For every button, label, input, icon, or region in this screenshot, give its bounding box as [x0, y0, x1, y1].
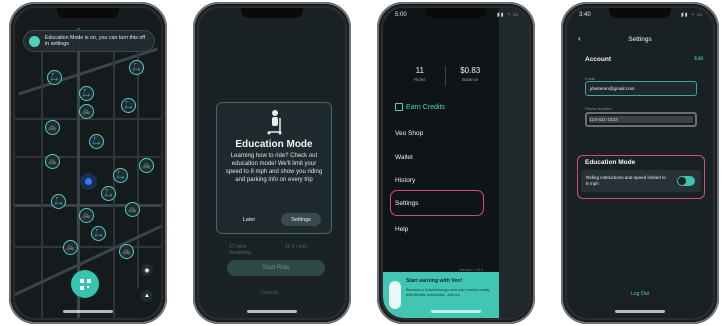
signal-battery-icon: ▮▮ ◔ ▭	[680, 12, 703, 18]
recenter-icon[interactable]: ◉	[141, 264, 153, 276]
phone-map: Education Mode is on, you can turn this …	[9, 2, 167, 324]
education-mode-description: Riding instructions and speed limited to…	[586, 175, 666, 186]
edit-button[interactable]: Edit	[694, 56, 703, 62]
modal-title: Education Mode	[235, 139, 313, 150]
notch	[241, 8, 303, 18]
vehicle-pin[interactable]: 🛴	[91, 226, 106, 241]
map-peek[interactable]	[499, 8, 529, 318]
vehicle-pin[interactable]: 🛴	[121, 98, 136, 113]
phone-menu: 5:00 ▮▮ ◔ ▭ 11 Rides $0.83 Balance Earn …	[377, 2, 535, 324]
status-time: 5:00	[395, 12, 407, 18]
education-mode-heading: Education Mode	[585, 159, 636, 166]
settings-screen: 3:40 ▮▮ ◔ ▭ ‹ Settings Account Edit Emai…	[567, 8, 713, 318]
menu-item-settings[interactable]: Settings	[395, 200, 419, 207]
vehicle-pin[interactable]: 🚲	[79, 104, 94, 119]
map-screen: Education Mode is on, you can turn this …	[15, 8, 161, 318]
map-road	[41, 48, 43, 318]
status-bar: 5:00 ▮▮ ◔ ▭	[395, 12, 519, 22]
notch	[57, 8, 119, 18]
home-indicator	[63, 310, 113, 313]
vehicle-pin[interactable]: 🚲	[119, 244, 134, 259]
bg-minutes-label: 17 mins remaining	[229, 244, 251, 256]
education-banner[interactable]: Education Mode is on, you can turn this …	[23, 30, 155, 52]
cancel-link[interactable]: Cancel	[261, 290, 278, 296]
phone-modal: 17 mins remaining 15 ¢ / min Start Ride …	[193, 2, 351, 324]
later-button[interactable]: Later	[229, 213, 269, 226]
scan-qr-button[interactable]	[71, 270, 99, 298]
menu-screen: 5:00 ▮▮ ◔ ▭ 11 Rides $0.83 Balance Earn …	[383, 8, 529, 318]
home-indicator	[615, 310, 665, 313]
vehicle-pin[interactable]: 🚲	[45, 154, 60, 169]
vehicle-pin[interactable]: 🚲	[139, 158, 154, 173]
signal-battery-icon: ▮▮ ◔ ▭	[496, 12, 519, 18]
banner-text: Education Mode is on, you can turn this …	[45, 34, 146, 48]
menu-item-wallet[interactable]: Wallet	[395, 154, 413, 161]
map-road	[15, 246, 161, 248]
balance-value: $0.83	[460, 66, 481, 75]
vehicle-pin[interactable]: 🛴	[47, 70, 62, 85]
education-mode-row: Riding instructions and speed limited to…	[581, 170, 701, 192]
vehicle-pin[interactable]: 🛴	[89, 134, 104, 149]
earn-credits-link[interactable]: Earn Credits	[395, 103, 445, 111]
home-indicator	[431, 310, 481, 313]
start-ride-button[interactable]: Start Ride	[227, 260, 325, 276]
vehicle-pin[interactable]: 🚲	[79, 208, 94, 223]
promo-title: Start earning with Veo!	[406, 278, 463, 284]
education-modal: Education Mode Learning how to ride? Che…	[216, 102, 332, 234]
status-bar: 3:40 ▮▮ ◔ ▭	[579, 12, 703, 22]
email-field[interactable]: jdveteran@gmail.com	[585, 81, 697, 96]
vehicle-pin[interactable]: 🛴	[79, 86, 94, 101]
home-indicator	[247, 310, 297, 313]
teal-info-icon	[29, 35, 40, 47]
earn-credits-label: Earn Credits	[406, 103, 445, 111]
modal-screen: 17 mins remaining 15 ¢ / min Start Ride …	[199, 8, 345, 318]
status-time: 3:40	[579, 12, 591, 18]
navigation-arrow-icon[interactable]: ▲	[141, 290, 153, 302]
promo-body: Become a Juicer/charger and earn money e…	[406, 287, 490, 297]
bg-rate-label: 15 ¢ / min	[285, 244, 307, 250]
menu-item-help[interactable]: Help	[395, 226, 408, 233]
settings-button[interactable]: Settings	[281, 213, 321, 226]
rides-value: 11	[415, 66, 424, 75]
vehicle-pin[interactable]: 🛴	[113, 168, 128, 183]
rider-scooter-icon	[267, 110, 282, 135]
ride-stats: 11 Rides $0.83 Balance	[395, 66, 495, 86]
menu-item-veo-shop[interactable]: Veo Shop	[395, 130, 423, 137]
page-title: Settings	[628, 36, 652, 43]
qr-code-icon	[79, 278, 91, 290]
rides-label: Rides	[413, 77, 426, 82]
vehicle-pin[interactable]: 🚲	[63, 240, 78, 255]
user-location-dot	[85, 178, 92, 185]
phone-label: Phone Number	[585, 106, 612, 111]
vehicle-pin[interactable]: 🚲	[125, 202, 140, 217]
phone-field[interactable]: 123-421-1523	[585, 112, 697, 127]
menu-item-history[interactable]: History	[395, 177, 415, 184]
vehicle-pin[interactable]: 🚲	[45, 120, 60, 135]
gift-icon	[395, 103, 403, 111]
account-heading: Account	[585, 56, 611, 63]
education-mode-toggle[interactable]	[677, 176, 695, 186]
log-out-button[interactable]: Log Out	[567, 291, 713, 297]
modal-body: Learning how to ride? Check out educatio…	[225, 153, 323, 183]
map-road	[15, 156, 161, 158]
phone-settings: 3:40 ▮▮ ◔ ▭ ‹ Settings Account Edit Emai…	[561, 2, 719, 324]
vehicle-pin[interactable]: 🛴	[101, 186, 116, 201]
vehicle-pin[interactable]: 🛴	[51, 194, 66, 209]
mascot-icon	[389, 281, 401, 309]
balance-label: Balance	[462, 77, 479, 82]
vehicle-pin[interactable]: 🛴	[129, 60, 144, 75]
